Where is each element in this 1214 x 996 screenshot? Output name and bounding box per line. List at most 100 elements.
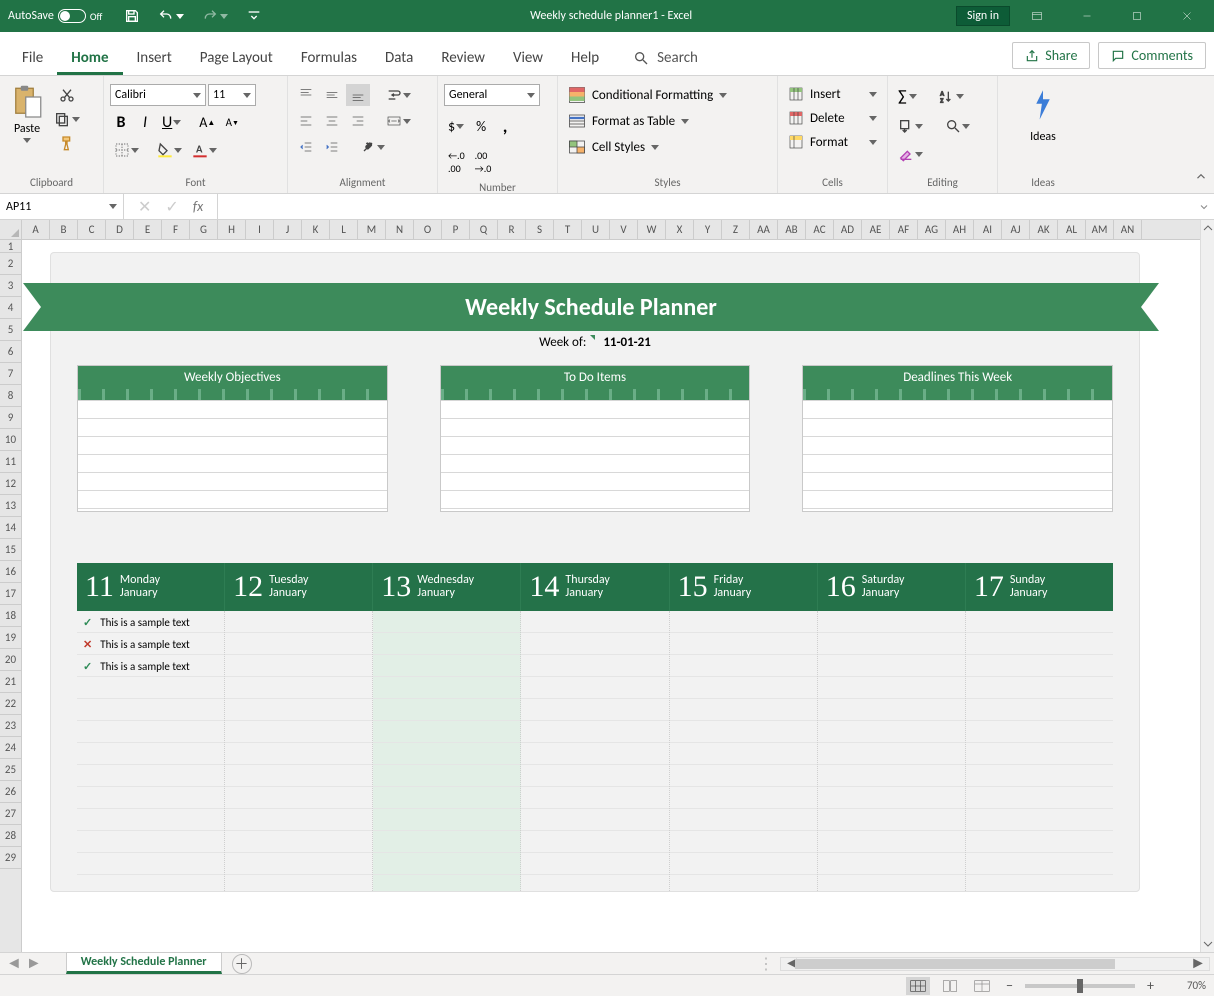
maximize-icon[interactable]	[1114, 0, 1160, 32]
column-header[interactable]: AI	[974, 220, 1002, 239]
fx-icon[interactable]: fx	[193, 198, 203, 215]
column-header[interactable]: G	[190, 220, 218, 239]
increase-font-icon[interactable]: A▲	[195, 111, 219, 134]
row-header[interactable]: 9	[0, 407, 21, 429]
column-header[interactable]: AJ	[1002, 220, 1030, 239]
align-middle-icon[interactable]	[320, 84, 344, 106]
column-header[interactable]: H	[218, 220, 246, 239]
row-header[interactable]: 2	[0, 253, 21, 275]
share-button[interactable]: Share	[1012, 42, 1090, 69]
italic-button[interactable]: I	[134, 110, 156, 135]
column-header[interactable]: S	[526, 220, 554, 239]
day-column[interactable]	[373, 611, 521, 891]
normal-view-icon[interactable]	[906, 977, 930, 995]
column-header[interactable]: AE	[862, 220, 890, 239]
column-header[interactable]: F	[162, 220, 190, 239]
row-header[interactable]: 22	[0, 693, 21, 715]
ribbon-display-icon[interactable]	[1014, 0, 1060, 32]
merge-center-icon[interactable]	[382, 110, 415, 132]
column-header[interactable]: AL	[1058, 220, 1086, 239]
grid-canvas[interactable]: Weekly Schedule Planner Week of:11-01-21…	[22, 240, 1200, 952]
column-header[interactable]: E	[134, 220, 162, 239]
column-header[interactable]: X	[666, 220, 694, 239]
expand-formula-bar-icon[interactable]	[1198, 199, 1210, 218]
sheet-nav-prev-icon[interactable]: ◄	[6, 954, 22, 973]
row-header[interactable]: 25	[0, 759, 21, 781]
zoom-level[interactable]: 70%	[1166, 979, 1206, 992]
tell-me-search[interactable]: Search	[633, 49, 698, 75]
task-item[interactable]: ✓This is a sample text	[77, 655, 224, 677]
delete-cells-button[interactable]: Delete	[784, 108, 881, 128]
column-header[interactable]: AD	[834, 220, 862, 239]
name-box[interactable]: AP11	[0, 194, 124, 219]
sign-in-button[interactable]: Sign in	[956, 6, 1010, 26]
new-sheet-button[interactable]: ＋	[232, 954, 252, 974]
column-header[interactable]: O	[414, 220, 442, 239]
row-header[interactable]: 19	[0, 627, 21, 649]
fill-icon[interactable]	[894, 115, 927, 137]
column-header[interactable]: Q	[470, 220, 498, 239]
task-item[interactable]: ✕This is a sample text	[77, 633, 224, 655]
format-cells-button[interactable]: Format	[784, 132, 881, 152]
row-header[interactable]: 15	[0, 539, 21, 561]
tab-view[interactable]: View	[499, 43, 557, 75]
align-right-icon[interactable]	[346, 110, 370, 132]
align-center-icon[interactable]	[320, 110, 344, 132]
decrease-font-icon[interactable]: A▼	[221, 112, 243, 134]
format-as-table-button[interactable]: Format as Table	[564, 110, 693, 132]
column-header[interactable]: A	[22, 220, 50, 239]
column-header[interactable]: T	[554, 220, 582, 239]
qat-customize-icon[interactable]	[242, 5, 266, 27]
column-header[interactable]: R	[498, 220, 526, 239]
paste-button[interactable]: Paste	[6, 80, 48, 154]
format-painter-icon[interactable]	[50, 132, 84, 154]
scroll-down-icon[interactable]	[1201, 936, 1214, 952]
column-header[interactable]: Z	[722, 220, 750, 239]
row-header[interactable]: 20	[0, 649, 21, 671]
increase-indent-icon[interactable]	[320, 136, 344, 158]
tab-help[interactable]: Help	[557, 43, 613, 75]
column-header[interactable]: AF	[890, 220, 918, 239]
minimize-icon[interactable]	[1064, 0, 1110, 32]
tab-formulas[interactable]: Formulas	[287, 43, 371, 75]
font-color-icon[interactable]: A	[188, 139, 221, 161]
column-header[interactable]: W	[638, 220, 666, 239]
scroll-up-icon[interactable]	[1201, 220, 1214, 236]
save-icon[interactable]	[120, 5, 144, 27]
number-format-select[interactable]: General	[444, 84, 540, 106]
currency-icon[interactable]: $	[444, 115, 468, 138]
tab-review[interactable]: Review	[427, 43, 499, 75]
cut-icon[interactable]	[50, 84, 84, 106]
day-column[interactable]	[966, 611, 1113, 891]
column-header[interactable]: AM	[1086, 220, 1114, 239]
undo-icon[interactable]	[154, 5, 188, 27]
font-size-select[interactable]: 11	[208, 84, 256, 106]
row-header[interactable]: 29	[0, 847, 21, 869]
column-header[interactable]: P	[442, 220, 470, 239]
wrap-text-icon[interactable]	[382, 84, 415, 106]
row-header[interactable]: 3	[0, 275, 21, 297]
column-header[interactable]: J	[274, 220, 302, 239]
column-header[interactable]: AH	[946, 220, 974, 239]
row-header[interactable]: 10	[0, 429, 21, 451]
decrease-decimal-icon[interactable]: .00→.0	[471, 146, 496, 178]
tab-scroll-split[interactable]: ⋮	[758, 954, 774, 974]
column-header[interactable]: AG	[918, 220, 946, 239]
day-column[interactable]: ✓This is a sample text✕This is a sample …	[77, 611, 225, 891]
column-header[interactable]: AN	[1114, 220, 1142, 239]
increase-decimal-icon[interactable]: ←.0.00	[444, 146, 469, 178]
enter-formula-icon[interactable]: ✓	[165, 197, 178, 217]
column-header[interactable]: N	[386, 220, 414, 239]
formula-bar[interactable]	[217, 194, 1214, 219]
ideas-button[interactable]: Ideas	[1004, 80, 1082, 152]
column-header[interactable]: C	[78, 220, 106, 239]
row-header[interactable]: 28	[0, 825, 21, 847]
zoom-out-button[interactable]: −	[1002, 977, 1017, 994]
align-left-icon[interactable]	[294, 110, 318, 132]
page-break-view-icon[interactable]	[970, 977, 994, 995]
row-header[interactable]: 17	[0, 583, 21, 605]
row-header[interactable]: 27	[0, 803, 21, 825]
sheet-nav-next-icon[interactable]: ►	[26, 954, 42, 973]
fill-color-icon[interactable]	[153, 139, 186, 161]
comma-icon[interactable]: ,	[494, 112, 516, 140]
